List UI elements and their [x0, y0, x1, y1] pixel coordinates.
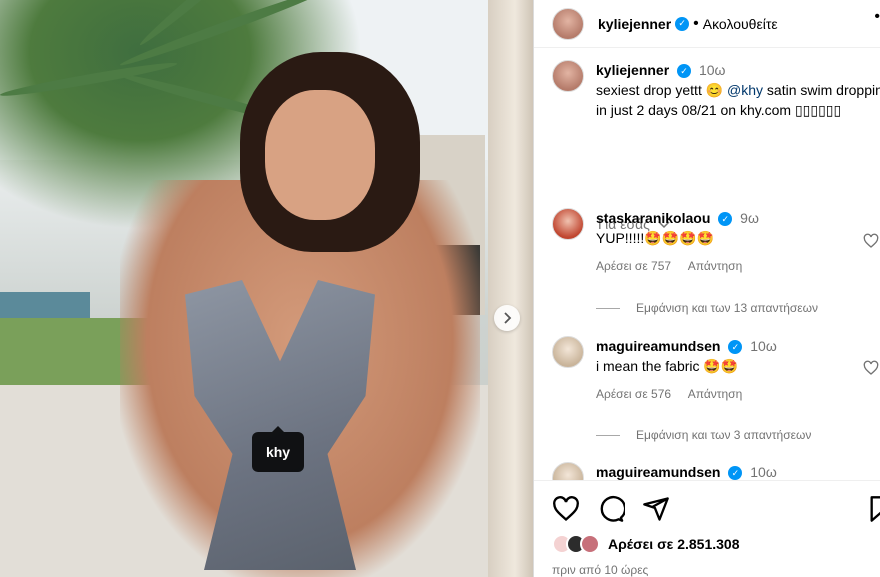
caption-time: 10ω	[698, 62, 726, 78]
person-face	[265, 90, 375, 220]
like-heart-icon[interactable]	[552, 495, 580, 523]
comment-likes[interactable]: Αρέσει σε 757	[596, 259, 671, 273]
comment-time: 9ω	[740, 210, 759, 226]
comment-username[interactable]: maguireamundsen	[596, 464, 720, 480]
post-side-panel: kyliejenner ✓ • Ακολουθείτε • kyliejenne…	[533, 0, 880, 577]
post-actions: Αρέσει σε 2.851.308 πριν από 10 ώρες	[534, 480, 880, 577]
view-replies-button[interactable]: Εμφάνιση και των 3 απαντήσεων	[596, 428, 811, 442]
comment-username[interactable]: maguireamundsen	[596, 338, 720, 354]
view-replies-label: Εμφάνιση και των 13 απαντήσεων	[636, 301, 818, 315]
post-image[interactable]: khy	[0, 0, 533, 577]
comment: staskaranikolaou ✓ 9ω YUP!!!!!🤩🤩🤩🤩 Αρέσε…	[552, 208, 880, 276]
verified-badge-icon: ✓	[728, 466, 743, 480]
comment-bubble-icon[interactable]	[597, 495, 625, 523]
verified-badge-icon: ✓	[677, 64, 692, 79]
avatar[interactable]	[552, 336, 584, 368]
separator-dot: •	[693, 14, 699, 32]
view-replies-button[interactable]: Εμφάνιση και των 13 απαντήσεων	[596, 301, 818, 315]
reply-button[interactable]: Απάντηση	[688, 259, 743, 273]
comment-time: 10ω	[750, 464, 777, 480]
like-comment-heart-icon[interactable]	[863, 233, 879, 249]
reply-button[interactable]: Απάντηση	[688, 387, 743, 401]
product-tag-label: khy	[265, 444, 291, 460]
header-username[interactable]: kyliejenner	[598, 16, 671, 32]
comment-likes[interactable]: Αρέσει σε 576	[596, 387, 671, 401]
comment-text: i mean the fabric 🤩🤩	[596, 358, 739, 374]
caption-username[interactable]: kyliejenner	[596, 62, 669, 78]
view-replies-label: Εμφάνιση και των 3 απαντήσεων	[636, 428, 812, 442]
avatar[interactable]	[552, 60, 584, 92]
avatar[interactable]	[552, 462, 584, 480]
caption: kyliejenner ✓ 10ω sexiest drop yettt 😊 @…	[552, 60, 880, 120]
comment-text: YUP!!!!!🤩🤩🤩🤩	[596, 230, 714, 246]
likes-count[interactable]: Αρέσει σε 2.851.308	[608, 536, 739, 552]
product-tag[interactable]: khy	[252, 426, 304, 472]
save-bookmark-icon[interactable]	[867, 495, 880, 523]
next-image-button[interactable]	[494, 305, 520, 331]
comment-username[interactable]: staskaranikolaou	[596, 210, 710, 226]
share-paper-plane-icon[interactable]	[642, 495, 670, 523]
comment: maguireamundsen ✓ 10ω	[552, 462, 880, 480]
mention-link[interactable]: @khy	[727, 82, 763, 98]
verified-badge-icon: ✓	[718, 212, 733, 227]
stone-pillar	[488, 0, 533, 577]
caption-text: sexiest drop yettt 😊	[596, 82, 728, 98]
comment-time: 10ω	[750, 338, 777, 354]
post-header: kyliejenner ✓ • Ακολουθείτε •	[534, 0, 880, 48]
verified-badge-icon: ✓	[675, 16, 690, 31]
comment: maguireamundsen ✓ 10ω i mean the fabric …	[552, 336, 880, 404]
more-options-icon[interactable]: •	[874, 8, 880, 26]
avatar[interactable]	[552, 208, 584, 240]
comments-list[interactable]: kyliejenner ✓ 10ω sexiest drop yettt 😊 @…	[534, 48, 880, 480]
likes-summary[interactable]: Αρέσει σε 2.851.308	[552, 534, 739, 554]
like-comment-heart-icon[interactable]	[863, 360, 879, 376]
chevron-right-icon	[504, 312, 512, 324]
verified-badge-icon: ✓	[728, 340, 743, 355]
post-timestamp[interactable]: πριν από 10 ώρες	[552, 563, 648, 577]
follow-status[interactable]: Ακολουθείτε	[703, 16, 778, 32]
avatar[interactable]	[552, 7, 584, 40]
liker-avatar	[580, 534, 600, 554]
